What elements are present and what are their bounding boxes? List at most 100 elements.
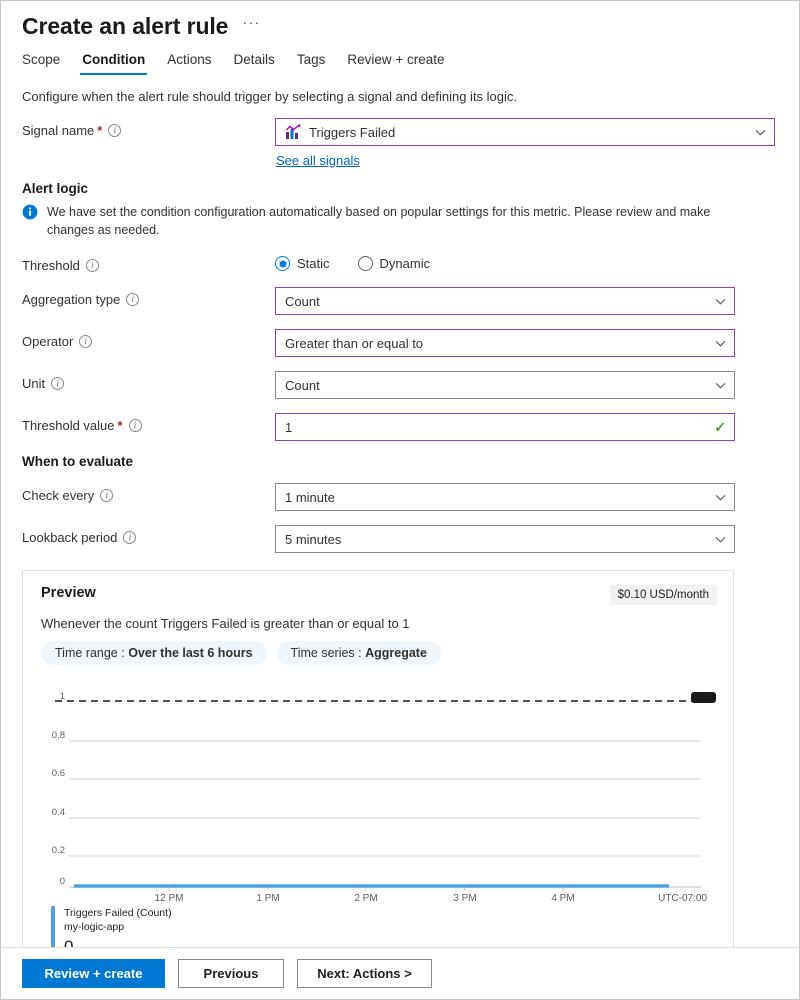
x-tick-1pm: 1 PM (256, 893, 279, 904)
threshold-option-dynamic[interactable]: Dynamic (358, 256, 431, 271)
threshold-radio-group: Static Dynamic (275, 253, 430, 271)
panel-content: Create an alert rule ··· Scope Condition… (1, 1, 799, 947)
chevron-down-icon (715, 296, 726, 307)
preview-title: Preview (41, 585, 96, 601)
y-tick-0: 0 (60, 876, 65, 887)
y-tick-1: 1 (60, 691, 65, 702)
preview-card: Preview $0.10 USD/month Whenever the cou… (22, 570, 734, 947)
threshold-row: Threshold i Static Dynamic (22, 253, 778, 273)
more-options-button[interactable]: ··· (242, 18, 260, 36)
signal-name-info-icon[interactable]: i (108, 124, 121, 137)
chart-x-axis-labels: 12 PM 1 PM 2 PM 3 PM 4 PM UTC-07:00 (41, 889, 719, 907)
chevron-down-icon (715, 534, 726, 545)
chevron-down-icon (715, 338, 726, 349)
signal-name-value: Triggers Failed (309, 125, 395, 140)
tab-actions[interactable]: Actions (156, 50, 222, 75)
chip-time-series[interactable]: Time series : Aggregate (277, 641, 441, 665)
next-actions-button[interactable]: Next: Actions > (297, 959, 432, 988)
x-tick-2pm: 2 PM (354, 893, 377, 904)
x-tick-3pm: 3 PM (453, 893, 476, 904)
y-tick-0_8: 0.8 (52, 730, 65, 741)
operator-select[interactable]: Greater than or equal to (275, 329, 735, 357)
unit-label-group: Unit i (22, 371, 275, 391)
check-every-info-icon[interactable]: i (100, 489, 113, 502)
unit-value: Count (285, 378, 320, 393)
aggregation-type-label: Aggregation type (22, 292, 120, 307)
threshold-value-input[interactable]: 1 ✓ (275, 413, 735, 441)
chart-svg: 1 0.8 0.6 0.4 0.2 0 (41, 679, 719, 891)
chip-time-series-prefix: Time series : (291, 646, 366, 660)
intro-text: Configure when the alert rule should tri… (1, 75, 799, 104)
unit-select[interactable]: Count (275, 371, 735, 399)
chip-time-range-prefix: Time range : (55, 646, 128, 660)
aggregation-type-row: Aggregation type i Count (22, 287, 778, 315)
lookback-period-row: Lookback period i 5 minutes (22, 525, 778, 553)
operator-label-group: Operator i (22, 329, 275, 349)
preview-chips: Time range : Over the last 6 hours Time … (41, 641, 717, 665)
operator-info-icon[interactable]: i (79, 335, 92, 348)
check-every-field: 1 minute (275, 483, 735, 511)
threshold-static-label: Static (297, 256, 330, 271)
threshold-info-icon[interactable]: i (86, 259, 99, 272)
alert-logic-note-text: We have set the condition configuration … (47, 203, 719, 239)
see-all-signals-row: See all signals (1, 146, 799, 168)
lookback-period-info-icon[interactable]: i (123, 531, 136, 544)
tab-condition[interactable]: Condition (71, 50, 156, 75)
when-to-evaluate-heading: When to evaluate (1, 454, 799, 469)
alert-logic-heading: Alert logic (1, 181, 799, 196)
check-every-select[interactable]: 1 minute (275, 483, 735, 511)
unit-row: Unit i Count (22, 371, 778, 399)
legend-resource-name: my-logic-app (64, 920, 172, 934)
signal-name-label-group: Signal name* i (22, 118, 275, 138)
lookback-period-value: 5 minutes (285, 532, 341, 547)
threshold-label: Threshold (22, 258, 80, 273)
chip-time-range[interactable]: Time range : Over the last 6 hours (41, 641, 267, 665)
aggregation-type-field: Count (275, 287, 735, 315)
when-to-evaluate-fields: Check every i 1 minute Lookback period i (1, 483, 799, 553)
threshold-value-label: Threshold value (22, 418, 115, 433)
threshold-label-group: Threshold i (22, 253, 275, 273)
threshold-option-static[interactable]: Static (275, 256, 330, 271)
wizard-tabs: Scope Condition Actions Details Tags Rev… (1, 50, 799, 75)
valid-check-icon: ✓ (714, 420, 726, 434)
previous-button[interactable]: Previous (178, 959, 284, 988)
chevron-down-icon (715, 492, 726, 503)
timezone-label: UTC-07:00 (658, 893, 707, 904)
legend-color-swatch (51, 906, 55, 947)
operator-label: Operator (22, 334, 73, 349)
threshold-value-info-icon[interactable]: i (129, 419, 142, 432)
review-create-button[interactable]: Review + create (22, 959, 165, 988)
tab-review-create[interactable]: Review + create (336, 50, 455, 75)
see-all-signals-link[interactable]: See all signals (275, 153, 360, 168)
check-every-value: 1 minute (285, 490, 335, 505)
chip-time-range-value: Over the last 6 hours (128, 646, 252, 660)
preview-chart[interactable]: 1 0.8 0.6 0.4 0.2 0 12 PM (41, 679, 717, 894)
threshold-handle (691, 692, 716, 703)
threshold-value-text: 1 (285, 420, 292, 435)
preview-header: Preview $0.10 USD/month (41, 585, 717, 605)
tab-scope[interactable]: Scope (22, 50, 71, 75)
chip-time-series-value: Aggregate (365, 646, 427, 660)
unit-field: Count (275, 371, 735, 399)
lookback-period-select[interactable]: 5 minutes (275, 525, 735, 553)
chart-legend[interactable]: Triggers Failed (Count) my-logic-app 0 (41, 906, 717, 947)
tab-details[interactable]: Details (223, 50, 286, 75)
lookback-period-field: 5 minutes (275, 525, 735, 553)
tab-tags[interactable]: Tags (286, 50, 337, 75)
chevron-down-icon (755, 127, 766, 138)
threshold-value-row: Threshold value* i 1 ✓ (22, 413, 778, 441)
wizard-footer: Review + create Previous Next: Actions > (1, 947, 799, 999)
condition-form: Signal name* i (1, 118, 799, 146)
unit-info-icon[interactable]: i (51, 377, 64, 390)
check-every-label-group: Check every i (22, 483, 275, 503)
lookback-period-label-group: Lookback period i (22, 525, 275, 545)
signal-name-select[interactable]: Triggers Failed (275, 118, 775, 146)
aggregation-type-info-icon[interactable]: i (126, 293, 139, 306)
lookback-period-label: Lookback period (22, 530, 117, 545)
threshold-dynamic-label: Dynamic (380, 256, 431, 271)
aggregation-type-select[interactable]: Count (275, 287, 735, 315)
unit-label: Unit (22, 376, 45, 391)
signal-name-field: Triggers Failed (275, 118, 775, 146)
info-icon (22, 204, 38, 220)
legend-text-group: Triggers Failed (Count) my-logic-app 0 (64, 906, 172, 947)
